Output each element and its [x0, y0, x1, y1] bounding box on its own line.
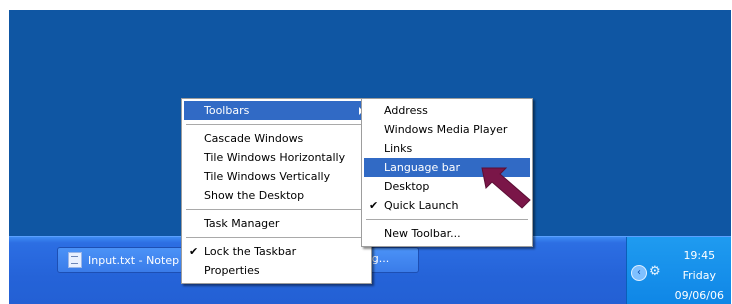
- menu-item-label: Links: [384, 142, 413, 155]
- submenu-item-address[interactable]: Address: [364, 101, 530, 120]
- menu-separator: [186, 237, 367, 238]
- menu-separator: [366, 219, 528, 220]
- menu-item-properties[interactable]: Properties: [184, 261, 369, 280]
- menu-item-show-desktop[interactable]: Show the Desktop: [184, 186, 369, 205]
- menu-item-lock-taskbar[interactable]: ✔ Lock the Taskbar: [184, 242, 369, 261]
- menu-item-label: Cascade Windows: [204, 132, 304, 145]
- check-icon: ✔: [369, 199, 379, 212]
- pointer-arrow-icon: [481, 167, 531, 209]
- menu-item-label: Desktop: [384, 180, 430, 193]
- taskbar-context-menu: Toolbars Cascade Windows Tile Windows Ho…: [181, 98, 372, 284]
- menu-item-label: Tile Windows Vertically: [204, 170, 331, 183]
- menu-separator: [186, 124, 367, 125]
- notepad-document-icon: [68, 252, 82, 268]
- menu-item-label: Task Manager: [204, 217, 280, 230]
- menu-item-tile-horizontally[interactable]: Tile Windows Horizontally: [184, 148, 369, 167]
- menu-item-cascade-windows[interactable]: Cascade Windows: [184, 129, 369, 148]
- menu-item-label: Address: [384, 104, 428, 117]
- menu-item-label: New Toolbar...: [384, 227, 461, 240]
- menu-item-toolbars[interactable]: Toolbars: [184, 101, 369, 120]
- submenu-item-links[interactable]: Links: [364, 139, 530, 158]
- menu-item-label: Language bar: [384, 161, 461, 174]
- check-icon: ✔: [189, 245, 199, 258]
- taskbar-button-label: Input.txt - Notep: [88, 253, 180, 267]
- menu-item-label: Show the Desktop: [204, 189, 305, 202]
- clock-day: Friday: [682, 269, 716, 282]
- submenu-item-windows-media-player[interactable]: Windows Media Player: [364, 120, 530, 139]
- chevron-left-icon[interactable]: ‹: [631, 265, 647, 281]
- menu-item-label: Properties: [204, 264, 260, 277]
- menu-item-label: Lock the Taskbar: [204, 245, 297, 258]
- menu-item-label: Quick Launch: [384, 199, 459, 212]
- network-icon[interactable]: ⚙: [649, 265, 665, 279]
- menu-item-label: Windows Media Player: [384, 123, 508, 136]
- tray-clock[interactable]: 19:45 Friday 09/06/06: [675, 246, 724, 304]
- menu-item-label: Toolbars: [204, 104, 250, 117]
- submenu-item-new-toolbar[interactable]: New Toolbar...: [364, 224, 530, 243]
- menu-item-tile-vertically[interactable]: Tile Windows Vertically: [184, 167, 369, 186]
- menu-item-task-manager[interactable]: Task Manager: [184, 214, 369, 233]
- clock-date: 09/06/06: [674, 289, 724, 302]
- system-tray: ‹ ⚙ 19:45 Friday 09/06/06: [626, 237, 731, 304]
- desktop: Input.txt - Notep ag... ‹ ⚙ 19:45 Friday…: [9, 10, 731, 304]
- menu-separator: [186, 209, 367, 210]
- menu-item-label: Tile Windows Horizontally: [204, 151, 346, 164]
- clock-time: 19:45: [683, 249, 716, 262]
